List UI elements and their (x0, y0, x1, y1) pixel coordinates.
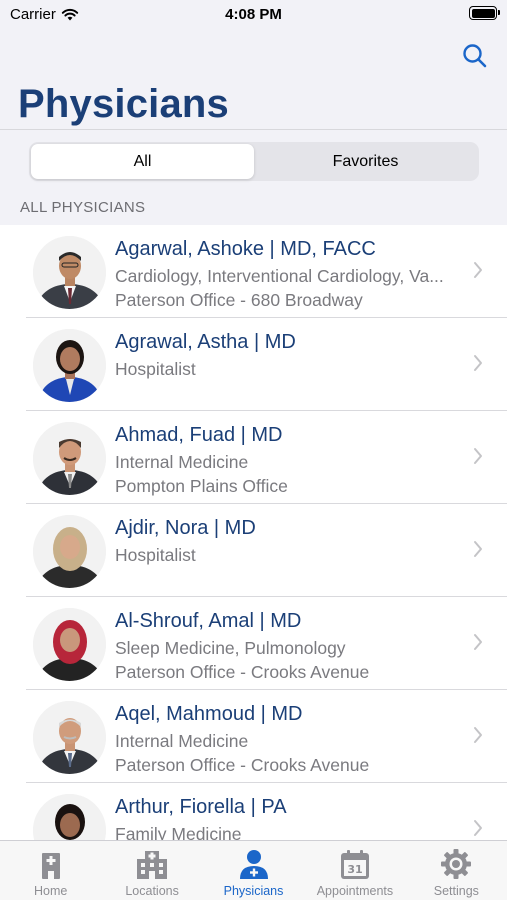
physician-row[interactable]: Al-Shrouf, Amal | MD Sleep Medicine, Pul… (0, 597, 507, 690)
tab-locations[interactable]: Locations (101, 841, 202, 900)
tab-physicians[interactable]: Physicians (203, 841, 304, 900)
physician-avatar (33, 422, 106, 495)
chevron-right-icon (474, 541, 482, 557)
physician-list: Agarwal, Ashoke | MD, FACC Cardiology, I… (0, 225, 507, 840)
physician-name: Agarwal, Ashoke | MD, FACC (115, 238, 376, 260)
physician-office: Paterson Office - 680 Broadway (115, 290, 363, 310)
physician-specialty: Hospitalist (115, 545, 196, 565)
search-icon (463, 44, 487, 68)
section-header: ALL PHYSICIANS (20, 199, 146, 216)
physician-row[interactable]: Agrawal, Astha | MD Hospitalist (0, 318, 507, 411)
physician-avatar (33, 794, 106, 840)
physician-office: Pompton Plains Office (115, 476, 288, 496)
physician-name: Ajdir, Nora | MD (115, 517, 256, 539)
physician-specialty: Cardiology, Interventional Cardiology, V… (115, 266, 444, 286)
physician-office: Paterson Office - Crooks Avenue (115, 755, 370, 775)
tab-appointments[interactable]: 31 Appointments (304, 841, 405, 900)
physician-row[interactable]: Arthur, Fiorella | PA Family Medicine (0, 783, 507, 840)
filter-segmented-control: All Favorites (29, 142, 479, 181)
tab-label: Appointments (316, 884, 394, 898)
segment-all[interactable]: All (31, 144, 254, 179)
status-bar: Carrier 4:08 PM (0, 0, 507, 30)
home-icon (41, 853, 60, 879)
physician-avatar (33, 608, 106, 681)
battery-icon (469, 6, 500, 20)
status-time: 4:08 PM (225, 6, 282, 23)
physician-row[interactable]: Aqel, Mahmoud | MD Internal Medicine Pat… (0, 690, 507, 783)
tab-label: Physicians (223, 884, 284, 898)
header-divider (0, 129, 507, 130)
physician-name: Ahmad, Fuad | MD (115, 424, 283, 446)
physician-icon (239, 850, 268, 879)
physician-specialty: Internal Medicine (115, 731, 249, 751)
svg-text:31: 31 (347, 863, 362, 876)
physician-avatar (33, 515, 106, 588)
chevron-right-icon (474, 262, 482, 278)
segment-favorites[interactable]: Favorites (254, 144, 477, 179)
physician-specialty: Family Medicine (115, 824, 242, 840)
physician-name: Aqel, Mahmoud | MD (115, 703, 303, 725)
tab-home[interactable]: Home (0, 841, 101, 900)
physician-row[interactable]: Agarwal, Ashoke | MD, FACC Cardiology, I… (0, 225, 507, 318)
physician-specialty: Internal Medicine (115, 452, 249, 472)
physician-specialty: Sleep Medicine, Pulmonology (115, 638, 346, 658)
tab-settings[interactable]: Settings (406, 841, 507, 900)
physician-row[interactable]: Ahmad, Fuad | MD Internal Medicine Pompt… (0, 411, 507, 504)
physician-specialty: Hospitalist (115, 359, 196, 379)
chevron-right-icon (474, 727, 482, 743)
physician-name: Al-Shrouf, Amal | MD (115, 610, 302, 632)
physician-avatar (33, 236, 106, 309)
physician-avatar (33, 329, 106, 402)
chevron-right-icon (474, 820, 482, 836)
tab-label: Settings (433, 884, 479, 898)
physician-row[interactable]: Ajdir, Nora | MD Hospitalist (0, 504, 507, 597)
gear-icon (441, 849, 472, 879)
hospital-building-icon (137, 851, 168, 879)
page-title: Physicians (18, 82, 230, 126)
tab-bar: Home Locations Physicians 31 Appointment… (0, 840, 507, 900)
chevron-right-icon (474, 355, 482, 371)
tab-label: Locations (125, 884, 179, 898)
physician-office: Paterson Office - Crooks Avenue (115, 662, 370, 682)
chevron-right-icon (474, 448, 482, 464)
physician-name: Arthur, Fiorella | PA (115, 796, 287, 818)
physician-name: Agrawal, Astha | MD (115, 331, 296, 353)
tab-label: Home (34, 884, 68, 898)
search-button[interactable] (461, 42, 489, 70)
calendar-icon: 31 (340, 850, 369, 879)
physician-avatar (33, 701, 106, 774)
chevron-right-icon (474, 634, 482, 650)
